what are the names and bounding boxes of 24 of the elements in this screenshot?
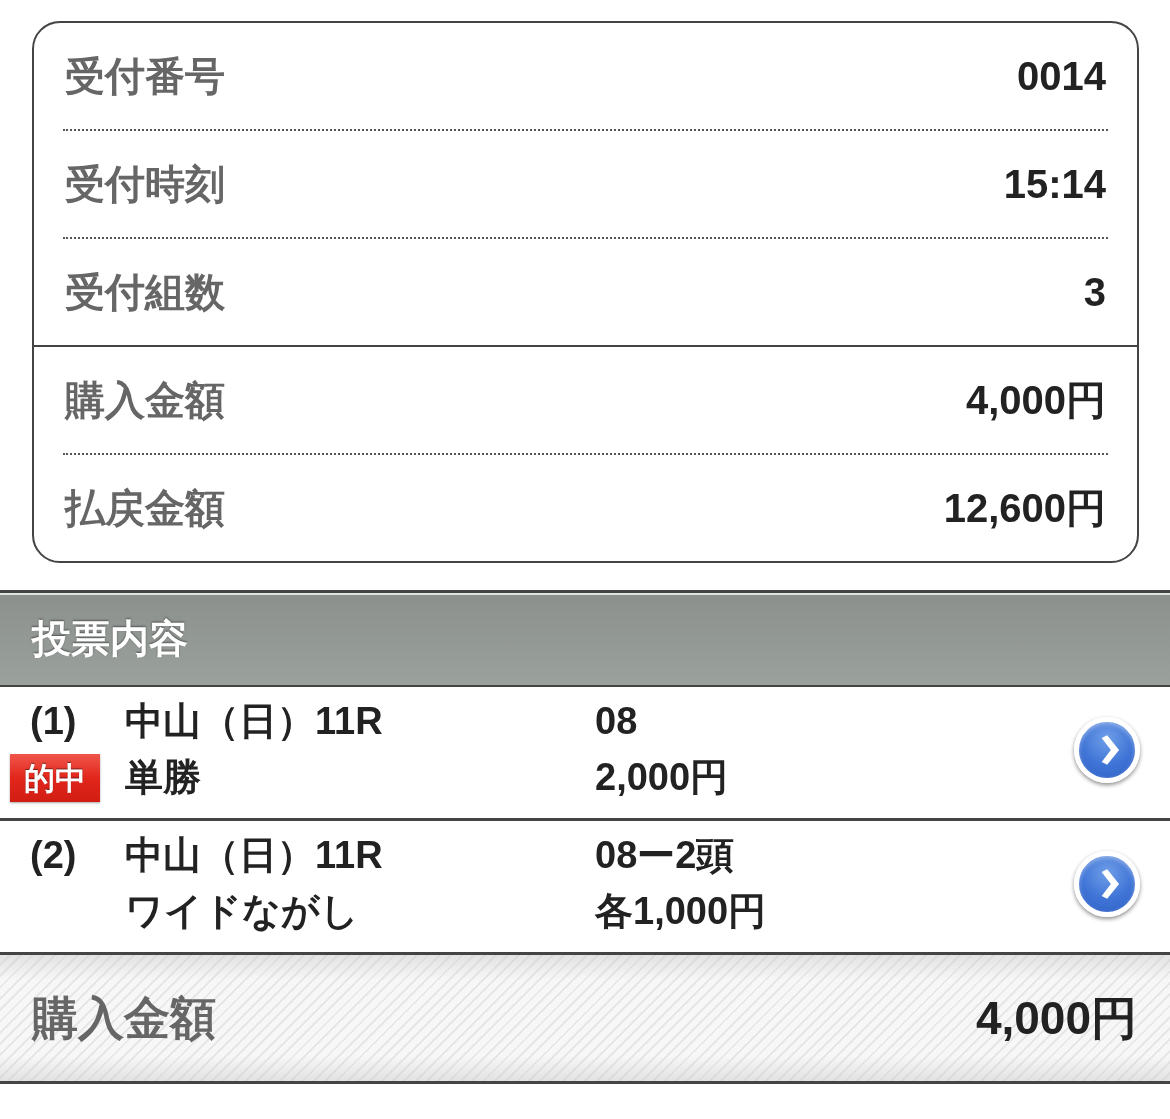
bet-amount: 各1,000円 [595, 889, 767, 935]
field-value: 4,000円 [965, 378, 1106, 422]
section-header: 投票内容 [0, 590, 1170, 687]
field-label: 受付組数 [65, 270, 225, 314]
total-value: 4,000円 [975, 992, 1137, 1044]
field-value: 15:14 [1003, 162, 1106, 206]
bet-number: (2) [30, 833, 77, 879]
field-label: 受付番号 [65, 54, 225, 98]
field-label: 受付時刻 [65, 162, 225, 206]
race-name: 中山（日）11R [125, 699, 383, 745]
field-value: 3 [1083, 270, 1106, 314]
field-value: 12,600円 [943, 486, 1106, 530]
field-label: 購入金額 [65, 378, 225, 422]
bet-type: ワイドながし [125, 889, 359, 935]
field-value: 0014 [1017, 54, 1106, 98]
bet-number: (1) [30, 699, 77, 745]
bet-type: 単勝 [125, 755, 201, 801]
total-label: 購入金額 [32, 992, 216, 1044]
bet-amount: 2,000円 [595, 755, 729, 801]
race-name: 中山（日）11R [125, 833, 383, 879]
horse-selection: 08 [595, 699, 638, 745]
horse-selection: 08ー2頭 [595, 833, 735, 879]
field-label: 払戻金額 [65, 486, 225, 530]
hit-badge: 的中 [10, 754, 100, 802]
